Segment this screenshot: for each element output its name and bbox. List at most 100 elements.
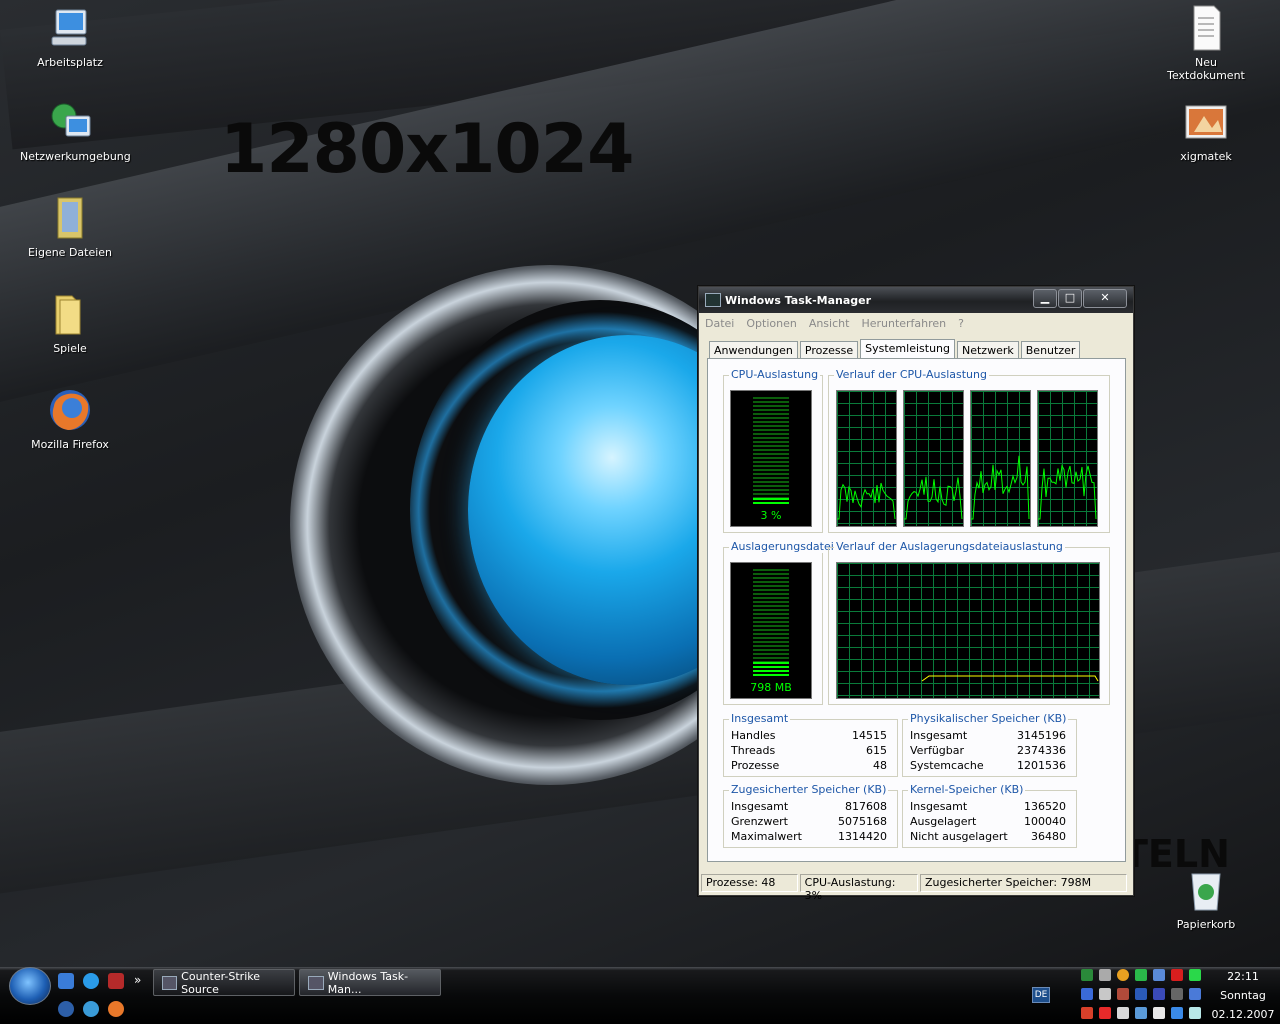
cpu-usage-meter: 3 %	[730, 390, 812, 527]
network-icon	[51, 103, 91, 137]
tray-antivir-icon[interactable]	[1099, 1007, 1111, 1019]
stat-row: Insgesamt 817608	[731, 799, 887, 814]
tray-antivirus-icon[interactable]	[1117, 988, 1129, 1000]
stat-row: Verfügbar 2374336	[910, 743, 1066, 758]
pagefile-history-graph	[836, 562, 1100, 699]
minimize-button[interactable]: ▁	[1033, 289, 1057, 308]
stat-row: Ausgelagert 100040	[910, 814, 1066, 829]
taskbar-button-task-manager[interactable]: Windows Task-Man...	[299, 969, 441, 996]
cpu-history-line	[837, 482, 896, 520]
desktop-icon-label: Spiele	[53, 342, 87, 355]
desktop-icon-neu-textdokument[interactable]: Neu Textdokument	[1156, 4, 1256, 82]
close-button[interactable]: ✕	[1083, 289, 1127, 308]
tray-security-icon[interactable]	[1117, 1007, 1129, 1019]
stat-row: Handles 14515	[731, 728, 887, 743]
tray-usb-icon[interactable]	[1171, 1007, 1183, 1019]
totals-label: Insgesamt	[729, 712, 791, 725]
cpu-usage-label: CPU-Auslastung	[729, 368, 821, 381]
status-bar: Prozesse: 48 CPU-Auslastung: 3% Zugesich…	[701, 874, 1129, 902]
task-manager-window[interactable]: Windows Task-Manager ▁ □ ✕ Datei Optione…	[698, 286, 1134, 902]
counter-strike-icon	[162, 975, 178, 990]
pagefile-meter: 798 MB	[730, 562, 812, 699]
stat-value: 14515	[852, 729, 887, 742]
tray-wlan-icon[interactable]	[1189, 1007, 1201, 1019]
taskbar-button-counter-strike[interactable]: Counter-Strike Source	[153, 969, 295, 996]
tray-drive-icon[interactable]	[1135, 988, 1147, 1000]
commit-charge-stats: Insgesamt 817608 Grenzwert 5075168 Maximal…	[731, 799, 887, 844]
tray-ati-icon[interactable]	[1171, 969, 1183, 981]
image-icon	[1185, 105, 1227, 139]
status-processes: Prozesse: 48	[701, 874, 798, 892]
tab-strip: Anwendungen Prozesse Systemleistung Netz…	[709, 339, 1082, 362]
menu-datei[interactable]: Datei	[705, 317, 734, 330]
meter-bars	[753, 397, 789, 504]
tray-connection-icon[interactable]	[1135, 1007, 1147, 1019]
physical-memory-group: Physikalischer Speicher (KB) Insgesamt 31…	[902, 712, 1077, 777]
stat-row: Insgesamt 136520	[910, 799, 1066, 814]
stat-row: Maximalwert 1314420	[731, 829, 887, 844]
cpu-history-label: Verlauf der CPU-Auslastung	[834, 368, 989, 381]
volume-icon[interactable]	[1153, 1007, 1165, 1019]
documents-folder-icon	[57, 197, 83, 239]
menu-bar: Datei Optionen Ansicht Herunterfahren ?	[699, 313, 1133, 333]
commit-charge-group: Zugesicherter Speicher (KB) Insgesamt 817…	[723, 783, 898, 848]
stat-row: Prozesse 48	[731, 758, 887, 773]
kernel-memory-group: Kernel-Speicher (KB) Insgesamt 136520 Aus…	[902, 783, 1077, 848]
system-tray	[1076, 967, 1204, 1024]
pagefile-history-line	[921, 675, 1099, 682]
quicklaunch-globe-icon[interactable]	[83, 1001, 99, 1017]
quicklaunch-desktop-icon[interactable]	[58, 973, 74, 989]
task-manager-icon	[705, 293, 721, 307]
quicklaunch-media-icon[interactable]	[58, 1001, 74, 1017]
tray-steam-icon[interactable]	[1099, 969, 1111, 981]
totals-group: Insgesamt Handles 14515 Threads 615 Prozes…	[723, 712, 898, 777]
commit-charge-label: Zugesicherter Speicher (KB)	[729, 783, 889, 796]
tray-sensor-icon[interactable]	[1099, 988, 1111, 1000]
desktop-icon-netzwerkumgebung[interactable]: Netzwerkumgebung	[20, 98, 131, 163]
quicklaunch-app-icon[interactable]	[108, 973, 124, 989]
quicklaunch-firefox-icon[interactable]	[108, 1001, 124, 1017]
desktop-icon-eigene-dateien[interactable]: Eigene Dateien	[20, 194, 120, 259]
stat-value: 1314420	[838, 830, 887, 843]
stat-label: Prozesse	[731, 759, 780, 772]
tray-mixer-icon[interactable]	[1189, 988, 1201, 1000]
desktop-icon-arbeitsplatz[interactable]: Arbeitsplatz	[20, 4, 120, 69]
quicklaunch-ie-icon[interactable]	[83, 973, 99, 989]
tray-display-icon[interactable]	[1153, 988, 1165, 1000]
desktop-icon-spiele[interactable]: Spiele	[20, 290, 120, 355]
firefox-icon	[50, 390, 90, 430]
clock[interactable]: 22:11 Sonntag 02.12.2007	[1206, 967, 1280, 1024]
menu-herunterfahren[interactable]: Herunterfahren	[861, 317, 946, 330]
desktop-icon-xigmatek[interactable]: xigmatek	[1156, 98, 1256, 163]
desktop-icon-mozilla-firefox[interactable]: Mozilla Firefox	[20, 386, 120, 451]
stat-value: 5075168	[838, 815, 887, 828]
start-button[interactable]	[9, 967, 51, 1005]
tray-info-icon[interactable]	[1117, 969, 1129, 981]
tray-battery-icon[interactable]	[1189, 969, 1201, 981]
title-bar[interactable]: Windows Task-Manager ▁ □ ✕	[699, 287, 1133, 313]
pagefile-history-group: Verlauf der Auslagerungsdateiauslastung	[828, 540, 1110, 705]
tray-shield-icon[interactable]	[1081, 988, 1093, 1000]
clock-time: 22:11	[1227, 970, 1259, 983]
menu-help[interactable]: ?	[958, 317, 964, 330]
desktop-icon-label: Netzwerkumgebung	[20, 150, 131, 163]
tray-app-icon[interactable]	[1135, 969, 1147, 981]
desktop-icon-papierkorb[interactable]: Papierkorb	[1156, 866, 1256, 931]
tray-monitor-icon[interactable]	[1153, 969, 1165, 981]
tray-flag-icon[interactable]	[1081, 1007, 1093, 1019]
menu-optionen[interactable]: Optionen	[746, 317, 796, 330]
tray-hardware-icon[interactable]	[1171, 988, 1183, 1000]
stat-label: Handles	[731, 729, 776, 742]
quicklaunch-overflow[interactable]: »	[134, 973, 141, 987]
taskbar-button-label: Windows Task-Man...	[327, 969, 409, 996]
taskbar: » Counter-Strike Source Windows Task-Man…	[0, 967, 1280, 1024]
language-indicator[interactable]: DE	[1032, 987, 1050, 1003]
clock-date: 02.12.2007	[1211, 1008, 1275, 1021]
pagefile-history-label: Verlauf der Auslagerungsdateiauslastung	[834, 540, 1065, 553]
menu-ansicht[interactable]: Ansicht	[809, 317, 850, 330]
recycle-bin-icon	[1191, 873, 1221, 911]
tray-network-icon[interactable]	[1081, 969, 1093, 981]
performance-panel: CPU-Auslastung 3 % Verlauf der CPU-Ausla…	[707, 358, 1126, 862]
maximize-button[interactable]: □	[1058, 289, 1082, 308]
desktop-icon-label: Neu Textdokument	[1167, 56, 1245, 82]
